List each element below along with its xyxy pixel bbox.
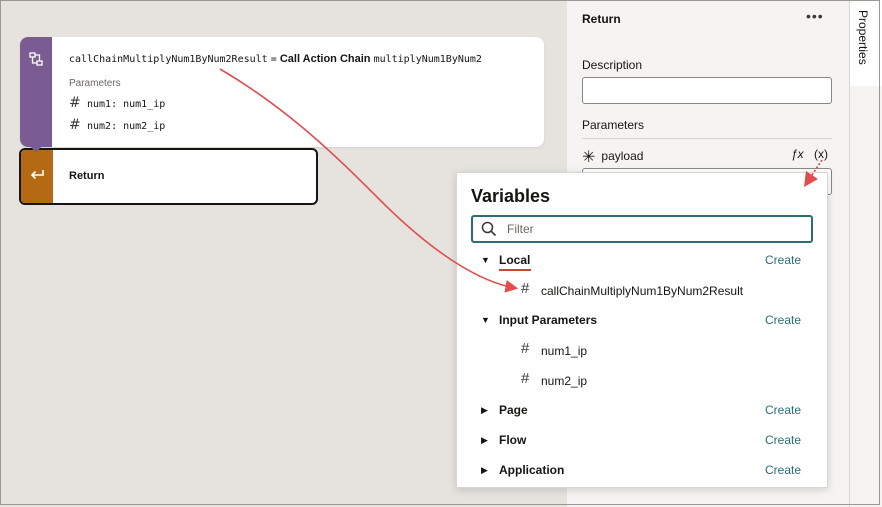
return-node[interactable]: Return [19, 148, 318, 205]
node-statement: callChainMultiplyNum1ByNum2Result = Call… [69, 53, 482, 65]
section-label: Local [499, 253, 531, 267]
section-page[interactable]: ▶ Page Create [457, 396, 827, 426]
section-input-parameters[interactable]: ▼ Input Parameters Create [457, 306, 827, 336]
action-chain-icon [29, 52, 43, 71]
caret-right-icon[interactable]: ▶ [481, 405, 488, 416]
hash-icon: # [521, 370, 530, 387]
variable-item[interactable]: # num1_ip [457, 336, 827, 366]
search-icon [481, 221, 497, 242]
annotation-underline [499, 269, 531, 271]
caret-right-icon[interactable]: ▶ [481, 435, 488, 446]
section-flow[interactable]: ▶ Flow Create [457, 426, 827, 456]
hash-icon: # [521, 280, 530, 297]
caret-down-icon[interactable]: ▼ [481, 255, 490, 265]
call-action-chain-node[interactable]: callChainMultiplyNum1ByNum2Result = Call… [20, 37, 544, 147]
more-icon[interactable]: ••• [806, 8, 824, 24]
divider [582, 138, 832, 139]
node-stripe [20, 37, 52, 147]
return-arrow-icon [29, 168, 45, 187]
variable-label: callChainMultiplyNum1ByNum2Result [541, 284, 744, 298]
required-asterisk-icon: ✳ [582, 149, 596, 166]
expression-editor-button[interactable]: ƒx [791, 147, 804, 161]
properties-title: Return [582, 12, 621, 26]
filter-input[interactable]: Filter [471, 215, 813, 243]
chain-name: multiplyNum1ByNum2 [373, 54, 482, 65]
create-link[interactable]: Create [765, 463, 801, 477]
side-tab-rail: Properties [849, 0, 882, 507]
equals-sign: = [270, 54, 277, 65]
param-row: # num1: num1_ip [69, 95, 165, 111]
variable-item[interactable]: # callChainMultiplyNum1ByNum2Result [457, 276, 827, 306]
filter-placeholder: Filter [507, 222, 534, 236]
parameters-label: Parameters [582, 118, 645, 132]
caret-right-icon[interactable]: ▶ [481, 465, 488, 476]
variables-popup: Variables Filter ▼ Local Create # callCh… [456, 172, 828, 488]
return-label: Return [69, 170, 105, 182]
section-label: Flow [499, 433, 527, 447]
variable-label: num2_ip [541, 374, 588, 388]
result-variable: callChainMultiplyNum1ByNum2Result [69, 54, 268, 65]
hash-icon: # [69, 117, 81, 133]
payload-label: payload [601, 149, 644, 163]
variable-picker-button[interactable]: (x) [814, 147, 828, 161]
tab-properties[interactable]: Properties [850, 0, 882, 86]
node-stripe [21, 150, 53, 203]
section-label: Page [499, 403, 528, 417]
section-label: Application [499, 463, 565, 477]
param-text: num2: num2_ip [87, 121, 166, 132]
payload-param: ✳ payload [582, 147, 643, 167]
create-link[interactable]: Create [765, 253, 801, 267]
hash-icon: # [69, 95, 81, 111]
section-local[interactable]: ▼ Local Create [457, 246, 827, 276]
create-link[interactable]: Create [765, 403, 801, 417]
action-label: Call Action Chain [279, 53, 371, 65]
description-label: Description [582, 58, 643, 72]
variable-item[interactable]: # num2_ip [457, 366, 827, 396]
section-application[interactable]: ▶ Application Create [457, 456, 827, 486]
param-row: # num2: num2_ip [69, 117, 165, 133]
description-input[interactable] [582, 77, 832, 104]
section-label: Input Parameters [499, 313, 598, 327]
create-link[interactable]: Create [765, 433, 801, 447]
create-link[interactable]: Create [765, 313, 801, 327]
variable-label: num1_ip [541, 344, 588, 358]
tab-properties-label: Properties [856, 10, 870, 65]
variables-title: Variables [471, 186, 551, 206]
node-connector [30, 146, 42, 153]
params-heading: Parameters [69, 78, 121, 89]
caret-down-icon[interactable]: ▼ [481, 315, 490, 325]
hash-icon: # [521, 340, 530, 357]
param-text: num1: num1_ip [87, 99, 166, 110]
